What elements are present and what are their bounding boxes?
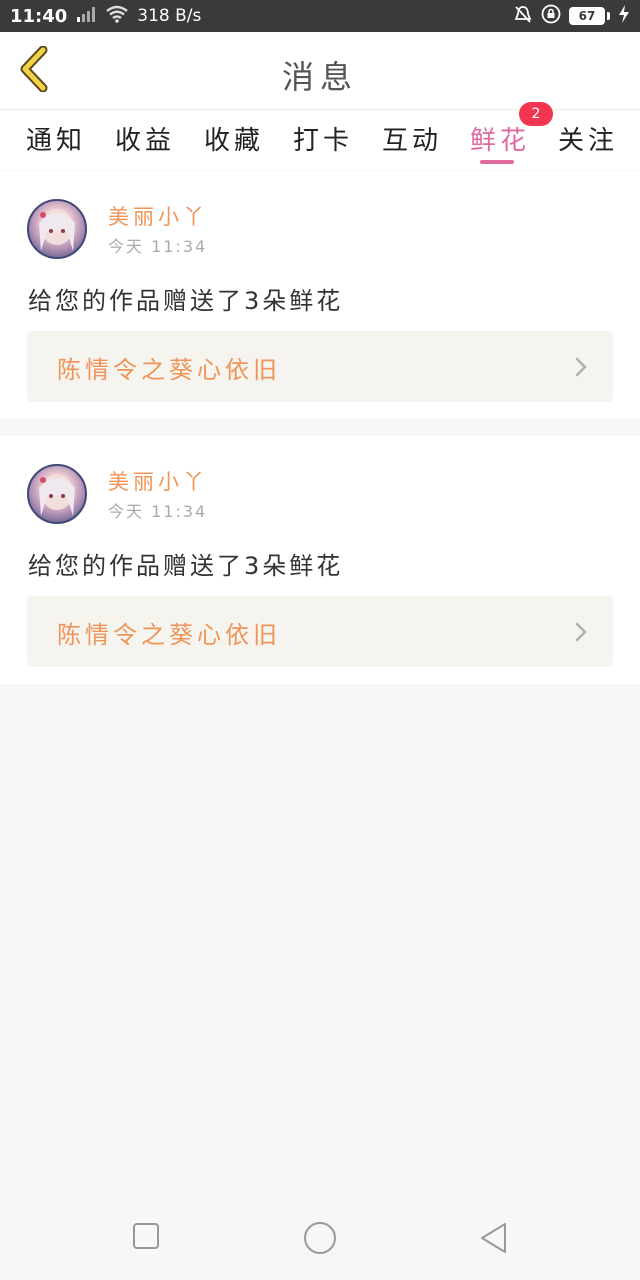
tab-earnings[interactable]: 收益 [115,120,175,157]
header-bar: 消息 [0,32,640,110]
lock-icon [541,4,561,29]
battery-icon: 67 [569,7,610,25]
avatar[interactable] [27,199,87,259]
work-title: 陈情令之葵心依旧 [57,356,281,384]
recent-apps-icon[interactable] [132,1222,160,1254]
tab-checkin[interactable]: 打卡 [293,120,353,157]
status-time: 11:40 [10,5,68,27]
status-bar: 11:40 318 B/s 67 [0,0,640,32]
network-speed: 318 B/s [137,6,202,26]
message-card: 美丽小丫 今天 11:34 给您的作品赠送了3朵鲜花 陈情令之葵心依旧 [0,436,640,684]
chevron-right-icon [575,622,587,646]
chevron-right-icon [575,357,587,381]
work-link[interactable]: 陈情令之葵心依旧 [27,596,613,667]
message-text: 给您的作品赠送了3朵鲜花 [28,287,344,315]
tab-interactions[interactable]: 互动 [382,120,442,157]
message-text: 给您的作品赠送了3朵鲜花 [28,552,344,580]
avatar[interactable] [27,464,87,524]
wifi-icon [105,5,129,28]
signal-icon [75,5,97,28]
tab-notifications[interactable]: 通知 [26,120,86,157]
username[interactable]: 美丽小丫 [108,201,208,231]
work-link[interactable]: 陈情令之葵心依旧 [27,331,613,402]
username[interactable]: 美丽小丫 [108,466,208,496]
message-time: 今天 11:34 [108,502,208,521]
work-title: 陈情令之葵心依旧 [57,621,281,649]
battery-level: 67 [569,7,605,25]
back-triangle-icon[interactable] [479,1222,509,1258]
alarm-off-icon [513,4,533,29]
flowers-badge: 2 [519,102,553,126]
message-card: 美丽小丫 今天 11:34 给您的作品赠送了3朵鲜花 陈情令之葵心依旧 [0,171,640,419]
charging-icon [618,4,630,29]
home-icon[interactable] [303,1222,337,1260]
tab-favorites[interactable]: 收藏 [204,120,264,157]
active-tab-indicator [480,160,514,164]
tab-flowers[interactable]: 鲜花 [470,120,530,157]
tab-following[interactable]: 关注 [558,120,618,157]
message-time: 今天 11:34 [108,237,208,256]
system-nav-bar [0,1192,640,1280]
page-title: 消息 [281,58,358,96]
